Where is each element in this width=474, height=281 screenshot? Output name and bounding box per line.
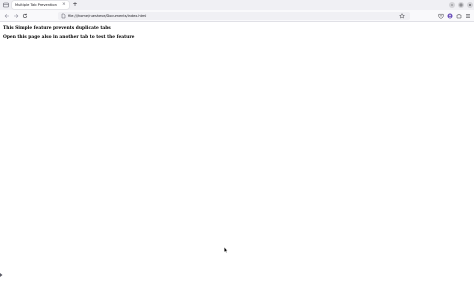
page-info-icon[interactable] bbox=[60, 12, 67, 19]
tab-close-icon[interactable]: × bbox=[62, 1, 66, 9]
tab-title: Multiple Tab Prevention bbox=[15, 3, 57, 7]
mouse-cursor-icon bbox=[224, 238, 228, 253]
navigation-toolbar: file:///home/ruesheve/Documents/index.ht… bbox=[0, 10, 474, 22]
forward-arrow-icon[interactable] bbox=[12, 12, 19, 19]
tab-list-icon[interactable] bbox=[2, 1, 10, 9]
close-window-icon[interactable] bbox=[467, 2, 473, 8]
back-arrow-icon[interactable] bbox=[3, 12, 10, 19]
url-text: file:///home/ruesheve/Documents/index.ht… bbox=[68, 13, 147, 18]
bookmark-star-icon[interactable] bbox=[398, 12, 405, 19]
menu-icon[interactable] bbox=[464, 12, 471, 19]
minimize-icon[interactable] bbox=[449, 2, 455, 8]
new-tab-button[interactable]: + bbox=[71, 0, 79, 10]
url-bar[interactable]: file:///home/ruesheve/Documents/index.ht… bbox=[58, 11, 410, 20]
extensions-icon[interactable] bbox=[455, 12, 462, 19]
intro-text: This Simple feature prevents duplicate t… bbox=[3, 26, 111, 31]
page-content: This Simple feature prevents duplicate t… bbox=[0, 22, 474, 266]
instruction-text: Open this page also in another tab to te… bbox=[3, 35, 135, 40]
corner-marker-icon bbox=[0, 262, 3, 277]
maximize-icon[interactable] bbox=[458, 2, 464, 8]
pocket-icon[interactable] bbox=[437, 12, 444, 19]
account-icon[interactable] bbox=[446, 12, 453, 19]
tab-bar: Multiple Tab Prevention × + bbox=[0, 0, 474, 10]
tab-active[interactable]: Multiple Tab Prevention × bbox=[12, 1, 69, 9]
reload-icon[interactable] bbox=[21, 12, 28, 19]
